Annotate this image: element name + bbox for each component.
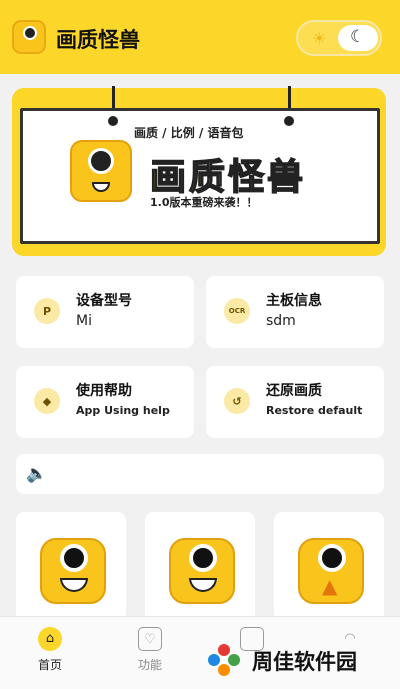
board-info-title: 主板信息 <box>266 293 322 309</box>
banner-title: 画质怪兽 <box>149 156 307 199</box>
speaker-icon: 🔈 <box>26 464 48 484</box>
notice-bar[interactable]: 🔈 <box>16 454 384 494</box>
tab-home[interactable]: ⌂ 首页 <box>20 627 80 673</box>
tab-home-label: 首页 <box>37 658 62 672</box>
monster-icon <box>40 538 106 604</box>
banner-subtitle: 1.0版本重磅来袭！！ <box>150 196 258 209</box>
sun-icon: ☀ <box>312 29 327 48</box>
tab-features[interactable]: ♡ 功能 <box>120 627 180 673</box>
board-info-card[interactable]: OCR 主板信息 sdm <box>206 276 384 348</box>
restore-subtitle: Restore default <box>266 404 363 417</box>
home-icon: ⌂ <box>38 627 62 651</box>
help-subtitle: App Using help <box>76 404 170 417</box>
banner-pin-left <box>108 116 118 126</box>
watermark-logo <box>208 644 240 676</box>
device-model-value: Mi <box>76 313 92 329</box>
banner-pin-right <box>284 116 294 126</box>
tab-features-label: 功能 <box>137 658 162 672</box>
theme-toggle[interactable]: ☀ ☾ <box>296 20 382 56</box>
heart-icon: ♡ <box>138 627 162 651</box>
banner-tags: 画质 / 比例 / 语音包 <box>134 126 244 140</box>
app-logo <box>12 20 46 54</box>
restore-title: 还原画质 <box>266 383 322 399</box>
monster-warning-icon: ▲ <box>298 538 364 604</box>
restore-card[interactable]: ↺ 还原画质 Restore default <box>206 366 384 438</box>
board-info-value: sdm <box>266 313 296 329</box>
mode-card-1[interactable] <box>16 512 126 622</box>
app-title: 画质怪兽 <box>56 28 140 52</box>
watermark: 周佳软件园 <box>206 640 396 680</box>
help-icon: ◆ <box>34 388 60 414</box>
mode-card-3[interactable]: ▲ <box>274 512 384 622</box>
device-model-title: 设备型号 <box>76 293 132 309</box>
restore-icon: ↺ <box>224 388 250 414</box>
banner-monster-logo <box>70 140 132 202</box>
help-card[interactable]: ◆ 使用帮助 App Using help <box>16 366 194 438</box>
device-model-card[interactable]: P 设备型号 Mi <box>16 276 194 348</box>
app-header: 画质怪兽 ☀ ☾ <box>0 0 400 74</box>
moon-icon: ☾ <box>350 27 366 47</box>
mode-card-2[interactable] <box>145 512 255 622</box>
monster-icon <box>169 538 235 604</box>
help-title: 使用帮助 <box>76 383 132 399</box>
board-icon: OCR <box>224 298 250 324</box>
device-icon: P <box>34 298 60 324</box>
watermark-text: 周佳软件园 <box>252 650 357 674</box>
